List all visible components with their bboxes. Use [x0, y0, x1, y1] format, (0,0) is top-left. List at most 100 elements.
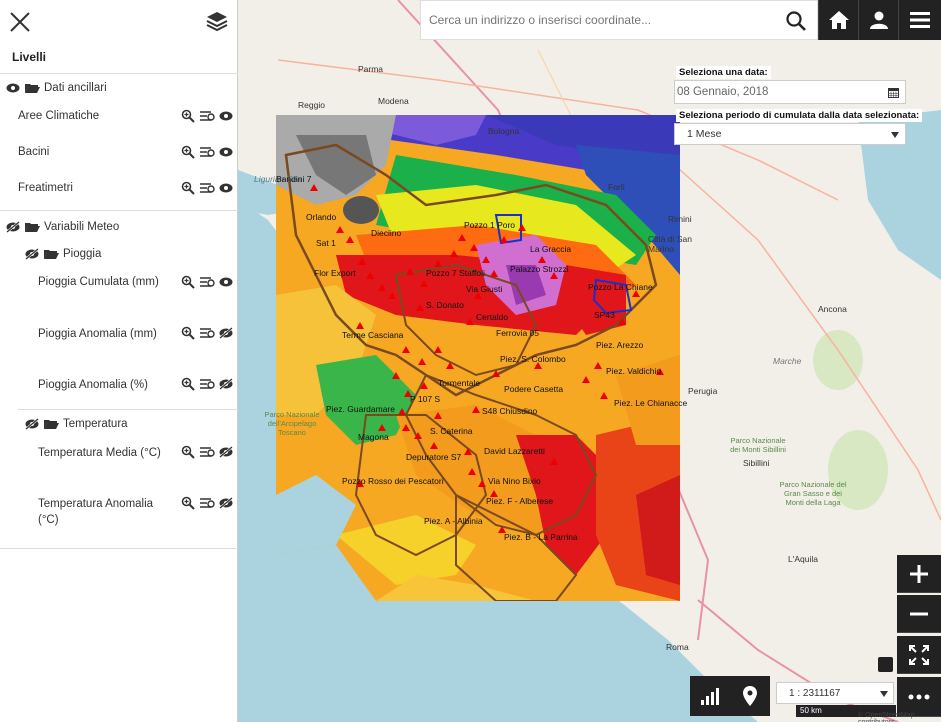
station-marker[interactable] — [434, 412, 442, 419]
user-button[interactable] — [858, 0, 898, 40]
station-marker[interactable] — [470, 244, 478, 251]
station-marker[interactable] — [310, 184, 318, 191]
station-marker[interactable] — [366, 272, 374, 279]
layer-settings-icon[interactable] — [199, 326, 215, 340]
station-marker[interactable] — [420, 280, 428, 287]
search-input[interactable] — [421, 13, 771, 27]
search-icon[interactable] — [785, 10, 807, 32]
station-marker[interactable] — [414, 432, 422, 439]
station-marker[interactable] — [450, 250, 458, 257]
station-marker[interactable] — [550, 458, 558, 465]
group-pioggia[interactable]: Pioggia — [25, 248, 101, 260]
eye-slash-icon[interactable] — [6, 221, 20, 233]
period-select[interactable]: 1 Mese — [674, 123, 906, 145]
eye-icon[interactable] — [6, 83, 20, 93]
station-marker[interactable] — [600, 392, 608, 399]
layer-settings-icon[interactable] — [199, 109, 215, 123]
group-temperatura[interactable]: Temperatura — [25, 418, 128, 430]
station-marker[interactable] — [446, 362, 454, 369]
station-marker[interactable] — [458, 234, 466, 241]
zoom-to-layer-icon[interactable] — [181, 275, 195, 289]
group-variabili-meteo[interactable]: Variabili Meteo — [6, 221, 119, 233]
eye-slash-icon[interactable] — [219, 497, 233, 509]
layer-item-aree-climatiche[interactable]: Aree Climatiche — [18, 108, 99, 124]
zoom-to-layer-icon[interactable] — [181, 145, 195, 159]
eye-slash-icon[interactable] — [219, 446, 233, 458]
layer-item-temperatura-anomalia[interactable]: Temperatura Anomalia (°C) — [38, 496, 163, 528]
eye-icon[interactable] — [219, 111, 233, 121]
station-marker[interactable] — [482, 256, 490, 263]
calendar-icon[interactable] — [888, 87, 899, 98]
scale-select[interactable]: 1 : 2311167 — [776, 682, 894, 704]
chart-button[interactable] — [690, 676, 730, 716]
station-marker[interactable] — [472, 406, 480, 413]
close-icon[interactable] — [8, 10, 32, 34]
zoom-out-button[interactable] — [897, 595, 941, 633]
zoom-in-button[interactable] — [897, 555, 941, 593]
layer-item-freatimetri[interactable]: Freatimetri — [18, 180, 73, 196]
station-marker[interactable] — [490, 270, 498, 277]
layer-item-bacini[interactable]: Bacini — [18, 144, 49, 160]
station-marker[interactable] — [582, 376, 590, 383]
station-marker[interactable] — [358, 258, 366, 265]
map-attribution[interactable]: © OpenStreetMap contributors — [858, 712, 941, 722]
eye-icon[interactable] — [219, 147, 233, 157]
station-marker[interactable] — [434, 346, 442, 353]
station-marker[interactable] — [398, 408, 406, 415]
station-marker[interactable] — [466, 318, 474, 325]
eye-slash-icon[interactable] — [25, 418, 39, 430]
layer-settings-icon[interactable] — [199, 181, 215, 195]
fullscreen-button[interactable] — [897, 636, 941, 674]
station-marker[interactable] — [518, 224, 526, 231]
station-marker[interactable] — [538, 256, 546, 263]
eye-slash-icon[interactable] — [219, 378, 233, 390]
more-button[interactable] — [897, 677, 941, 717]
zoom-to-layer-icon[interactable] — [181, 109, 195, 123]
layer-settings-icon[interactable] — [199, 445, 215, 459]
eye-icon[interactable] — [219, 183, 233, 193]
group-dati-ancillari[interactable]: Dati ancillari — [6, 82, 107, 94]
station-marker[interactable] — [492, 370, 500, 377]
eye-slash-icon[interactable] — [25, 248, 39, 260]
zoom-to-layer-icon[interactable] — [181, 377, 195, 391]
station-marker[interactable] — [406, 268, 414, 275]
station-marker[interactable] — [378, 284, 386, 291]
station-marker[interactable] — [420, 382, 428, 389]
zoom-to-layer-icon[interactable] — [181, 326, 195, 340]
station-marker[interactable] — [402, 424, 410, 431]
station-marker[interactable] — [378, 424, 386, 431]
zoom-to-layer-icon[interactable] — [181, 496, 195, 510]
date-input[interactable]: 08 Gennaio, 2018 — [674, 80, 906, 104]
eye-icon[interactable] — [219, 277, 233, 287]
layer-item-pioggia-anomalia-pct[interactable]: Pioggia Anomalia (%) — [38, 377, 178, 393]
overview-toggle[interactable] — [878, 657, 893, 672]
station-marker[interactable] — [402, 346, 410, 353]
station-marker[interactable] — [418, 358, 426, 365]
station-marker[interactable] — [468, 468, 476, 475]
station-marker[interactable] — [618, 318, 626, 325]
station-marker[interactable] — [346, 236, 354, 243]
layer-item-pioggia-cumulata[interactable]: Pioggia Cumulata (mm) — [38, 274, 163, 290]
station-marker[interactable] — [430, 442, 438, 449]
station-marker[interactable] — [388, 292, 396, 299]
station-marker[interactable] — [356, 322, 364, 329]
station-marker[interactable] — [336, 226, 344, 233]
station-marker[interactable] — [500, 236, 508, 243]
layer-settings-icon[interactable] — [199, 377, 215, 391]
eye-slash-icon[interactable] — [219, 327, 233, 339]
zoom-to-layer-icon[interactable] — [181, 445, 195, 459]
menu-button[interactable] — [898, 0, 941, 40]
layer-item-pioggia-anomalia-mm[interactable]: Pioggia Anomalia (mm) — [38, 326, 163, 342]
layer-settings-icon[interactable] — [199, 145, 215, 159]
station-marker[interactable] — [594, 362, 602, 369]
station-marker[interactable] — [464, 448, 472, 455]
home-button[interactable] — [818, 0, 858, 40]
layer-settings-icon[interactable] — [199, 496, 215, 510]
location-button[interactable] — [730, 676, 770, 716]
layer-item-temperatura-media[interactable]: Temperatura Media (°C) — [38, 445, 163, 461]
station-marker[interactable] — [392, 372, 400, 379]
layer-settings-icon[interactable] — [199, 275, 215, 289]
layers-icon[interactable] — [205, 10, 229, 32]
zoom-to-layer-icon[interactable] — [181, 181, 195, 195]
station-marker[interactable] — [478, 480, 486, 487]
